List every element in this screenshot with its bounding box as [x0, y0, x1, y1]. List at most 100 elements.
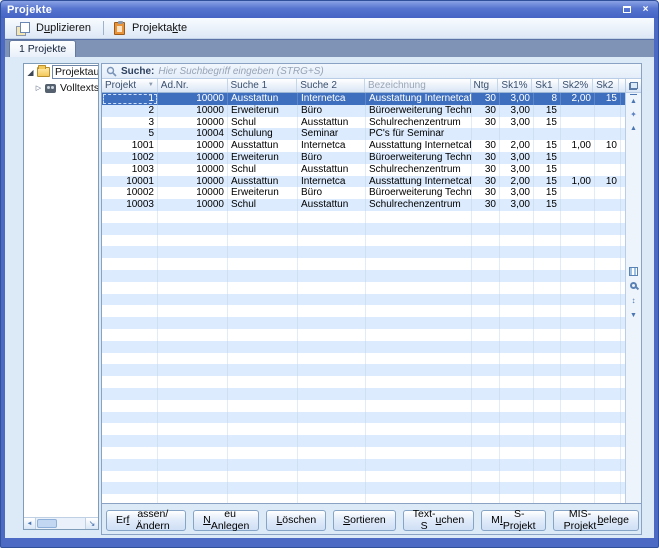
table-row[interactable]: 110000AusstattunInternetcaAusstattung In… [102, 93, 625, 105]
table-row[interactable]: 210000ErweiterunBüroBüroerweiterung Tech… [102, 105, 625, 117]
cell [595, 105, 621, 117]
empty-row[interactable] [102, 294, 625, 306]
empty-row[interactable] [102, 388, 625, 400]
grid-search-bar[interactable]: Suche: Hier Suchbegriff eingeben (STRG+S… [102, 64, 641, 79]
column-header-suche-1[interactable]: Suche 1 [228, 79, 298, 92]
scroll-left-button[interactable]: ◄ [24, 518, 36, 529]
button-erfassen-ndern[interactable]: Erfassen/Ändern [106, 510, 186, 531]
cell [534, 329, 561, 341]
toolbar-button-projektakte[interactable]: Projektakte [108, 21, 195, 36]
close-window-button[interactable]: × [639, 4, 652, 16]
content-area: ◢Projektauswahl ▷ Volltextsuche ◄ ↘ [5, 57, 654, 538]
window-titlebar: Projekte × [1, 1, 658, 18]
cell [102, 270, 158, 282]
cell [102, 364, 158, 376]
column-header-suche-2[interactable]: Suche 2 [297, 79, 365, 92]
cell [298, 341, 366, 353]
table-row[interactable]: 310000SchulAusstattunSchulrechenzentrum3… [102, 117, 625, 129]
table-row[interactable]: 1000310000SchulAusstattunSchulrechenzent… [102, 199, 625, 211]
empty-row[interactable] [102, 482, 625, 494]
empty-row[interactable] [102, 353, 625, 365]
column-header-sk1[interactable]: Sk1% [498, 79, 532, 92]
column-header-sk2[interactable]: Sk2% [559, 79, 593, 92]
table-row[interactable]: 100210000ErweiterunBüroBüroerweiterung T… [102, 152, 625, 164]
tree-collapsed-icon[interactable]: ▷ [34, 84, 43, 92]
empty-row[interactable] [102, 246, 625, 258]
cell [595, 164, 621, 176]
scrollbar-thumb[interactable] [37, 519, 57, 528]
close-icon: × [643, 5, 649, 15]
sort-descending-icon: ▼ [146, 79, 154, 92]
empty-row[interactable] [102, 471, 625, 483]
columns-tool-icon[interactable] [629, 267, 638, 276]
empty-row[interactable] [102, 376, 625, 388]
empty-row[interactable] [102, 223, 625, 235]
tree-horizontal-scrollbar[interactable]: ◄ [24, 517, 85, 529]
tree-item-projektauswahl[interactable]: ◢Projektauswahl [24, 64, 98, 80]
empty-row[interactable] [102, 258, 625, 270]
empty-row[interactable] [102, 400, 625, 412]
table-row[interactable]: 100310000SchulAusstattunSchulrechenzentr… [102, 164, 625, 176]
cell [366, 270, 472, 282]
cell: Erweiterun [228, 187, 298, 199]
table-row[interactable]: 510004SchulungSeminarPC's für Seminar [102, 128, 625, 140]
cell: 30 [472, 105, 500, 117]
button-mis-projekt[interactable]: MIS-Projekt [481, 510, 545, 531]
cell [298, 376, 366, 388]
cell [158, 235, 228, 247]
empty-row[interactable] [102, 364, 625, 376]
cell [158, 423, 228, 435]
button-neu-anlegen[interactable]: Neu Anlegen [193, 510, 259, 531]
empty-row[interactable] [102, 211, 625, 223]
cell [500, 305, 534, 317]
cell [158, 317, 228, 329]
scroll-marker-icon[interactable]: ✦ [626, 108, 641, 121]
column-header-ad-nr[interactable]: Ad.Nr. [158, 79, 228, 92]
empty-row[interactable] [102, 305, 625, 317]
scroll-up-button[interactable]: ▲ [626, 122, 641, 135]
cell [472, 471, 500, 483]
cell: Ausstattung Internetcafe [366, 140, 472, 152]
restore-window-button[interactable] [620, 4, 633, 16]
tree-expanded-icon[interactable]: ◢ [26, 68, 35, 77]
empty-row[interactable] [102, 412, 625, 424]
empty-row[interactable] [102, 341, 625, 353]
cell: 10000 [158, 164, 228, 176]
empty-row[interactable] [102, 494, 625, 503]
table-row[interactable]: 1000210000ErweiterunBüroBüroerweiterung … [102, 187, 625, 199]
empty-row[interactable] [102, 329, 625, 341]
tab-projekte[interactable]: 1 Projekte [9, 40, 76, 57]
cell [298, 223, 366, 235]
sort-tool-icon[interactable]: ↕ [626, 294, 641, 307]
empty-row[interactable] [102, 282, 625, 294]
button-l-schen[interactable]: Löschen [266, 510, 326, 531]
tree-item-volltextsuche[interactable]: ▷ Volltextsuche [24, 80, 98, 96]
column-header-sk2[interactable]: Sk2 [593, 79, 619, 92]
cell [366, 459, 472, 471]
empty-row[interactable] [102, 447, 625, 459]
empty-row[interactable] [102, 459, 625, 471]
empty-row[interactable] [102, 270, 625, 282]
column-chooser-button[interactable] [626, 79, 641, 93]
zoom-tool-icon[interactable] [630, 282, 637, 289]
button-text-suchen[interactable]: Text-Suchen [403, 510, 474, 531]
button-sortieren[interactable]: Sortieren [333, 510, 396, 531]
empty-row[interactable] [102, 435, 625, 447]
empty-row[interactable] [102, 235, 625, 247]
column-header-sk1[interactable]: Sk1 [532, 79, 559, 92]
scroll-to-top-button[interactable]: ▲ [626, 94, 641, 108]
empty-row[interactable] [102, 423, 625, 435]
table-row[interactable]: 100110000AusstattunInternetcaAusstattung… [102, 140, 625, 152]
column-header-bezeichnung[interactable]: Bezeichnung [365, 79, 471, 92]
filter-tool-icon[interactable]: ▼ [626, 309, 641, 322]
column-header-ntg[interactable]: Ntg [471, 79, 499, 92]
toolbar-button-duplizieren[interactable]: Duplizieren [10, 21, 99, 36]
tree-item-label: Volltextsuche [58, 82, 98, 94]
button-mis-projektbelege[interactable]: MIS-Projektbelege [553, 510, 639, 531]
cell [500, 341, 534, 353]
table-row[interactable]: 1000110000AusstattunInternetcaAusstattun… [102, 176, 625, 188]
column-header-projekt[interactable]: Projekt▼ [102, 79, 158, 92]
cell [534, 341, 561, 353]
empty-row[interactable] [102, 317, 625, 329]
panel-resize-button[interactable]: ↘ [85, 517, 98, 529]
